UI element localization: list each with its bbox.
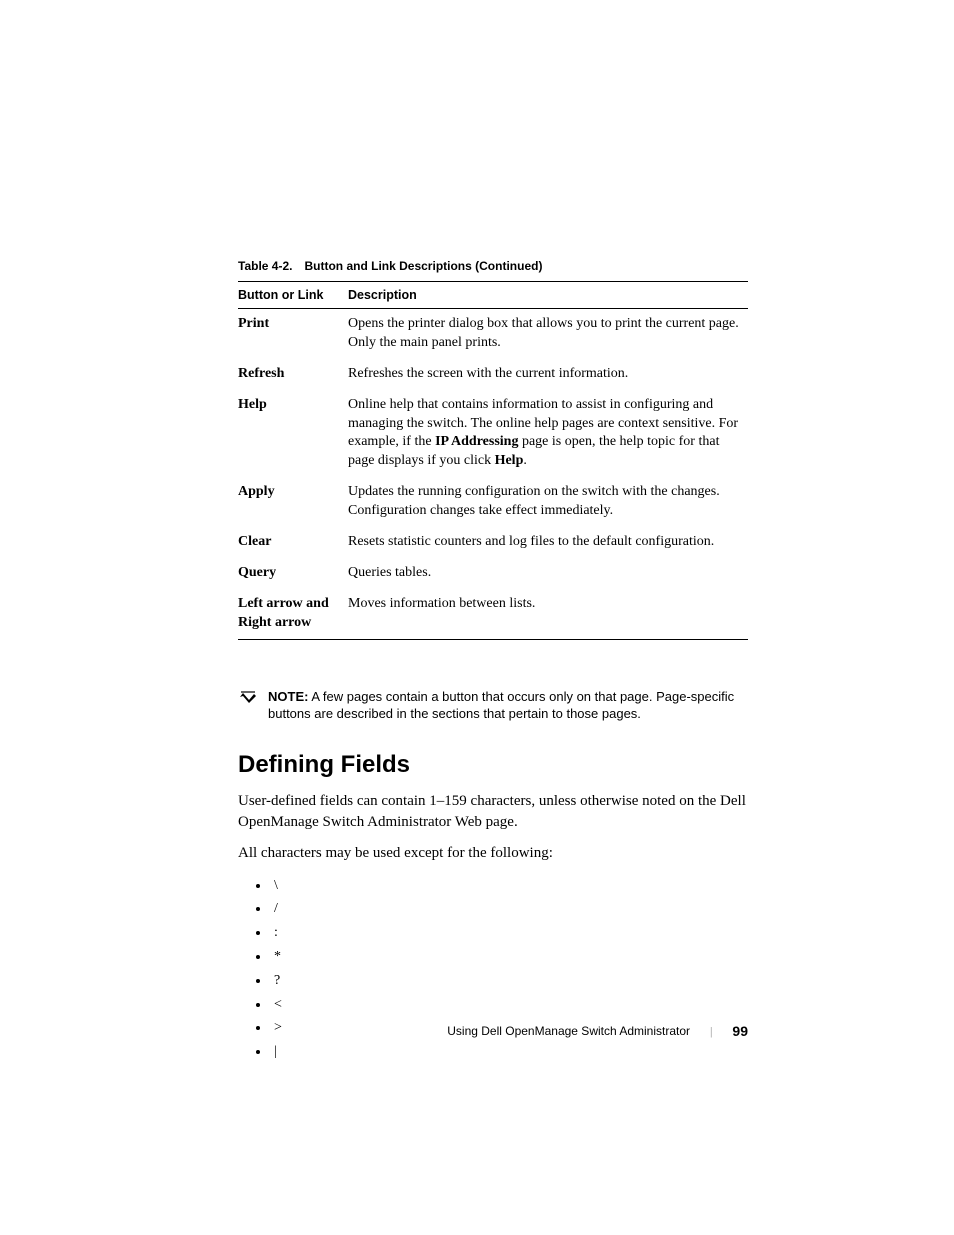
section-heading: Defining Fields [238, 751, 748, 779]
button-link-table: Button or Link Description Print Opens t… [238, 281, 748, 640]
row-label: Refresh [238, 359, 348, 390]
note-text: NOTE: A few pages contain a button that … [268, 688, 738, 723]
row-label: Clear [238, 527, 348, 558]
list-item: < [270, 993, 748, 1017]
table-header-button: Button or Link [238, 282, 348, 309]
list-item: / [270, 897, 748, 921]
table-row: Apply Updates the running configuration … [238, 477, 748, 527]
row-desc: Opens the printer dialog box that allows… [348, 309, 748, 359]
note-label: NOTE: [268, 689, 308, 704]
note-block: NOTE: A few pages contain a button that … [238, 688, 748, 723]
page-content: Table 4-2. Button and Link Descriptions (… [238, 259, 748, 1064]
note-icon [238, 690, 258, 704]
table-row: Help Online help that contains informati… [238, 390, 748, 478]
table-row: Refresh Refreshes the screen with the cu… [238, 359, 748, 390]
row-desc: Updates the running configuration on the… [348, 477, 748, 527]
list-item: | [270, 1040, 748, 1064]
table-caption: Table 4-2. Button and Link Descriptions (… [238, 259, 748, 273]
list-item: \ [270, 874, 748, 898]
row-desc: Online help that contains information to… [348, 390, 748, 478]
list-item: ? [270, 969, 748, 993]
table-row: Left arrow and Right arrow Moves informa… [238, 589, 748, 639]
table-row: Query Queries tables. [238, 558, 748, 589]
table-row: Clear Resets statistic counters and log … [238, 527, 748, 558]
table-title: Button and Link Descriptions (Continued) [304, 259, 542, 273]
note-body: A few pages contain a button that occurs… [268, 689, 734, 722]
row-desc: Moves information between lists. [348, 589, 748, 639]
row-label: Print [238, 309, 348, 359]
table-header-description: Description [348, 282, 748, 309]
row-label: Help [238, 390, 348, 478]
row-label: Apply [238, 477, 348, 527]
body-paragraph: User-defined fields can contain 1–159 ch… [238, 791, 748, 833]
page-number: 99 [732, 1023, 748, 1039]
row-desc: Queries tables. [348, 558, 748, 589]
table-number: Table 4-2. [238, 259, 292, 273]
footer-title: Using Dell OpenManage Switch Administrat… [447, 1024, 690, 1038]
row-label: Left arrow and Right arrow [238, 589, 348, 639]
body-paragraph: All characters may be used except for th… [238, 843, 748, 864]
row-desc: Resets statistic counters and log files … [348, 527, 748, 558]
list-item: : [270, 921, 748, 945]
footer-separator: | [710, 1024, 712, 1039]
row-desc: Refreshes the screen with the current in… [348, 359, 748, 390]
row-label: Query [238, 558, 348, 589]
list-item: * [270, 945, 748, 969]
page-footer: Using Dell OpenManage Switch Administrat… [447, 1023, 748, 1039]
table-row: Print Opens the printer dialog box that … [238, 309, 748, 359]
